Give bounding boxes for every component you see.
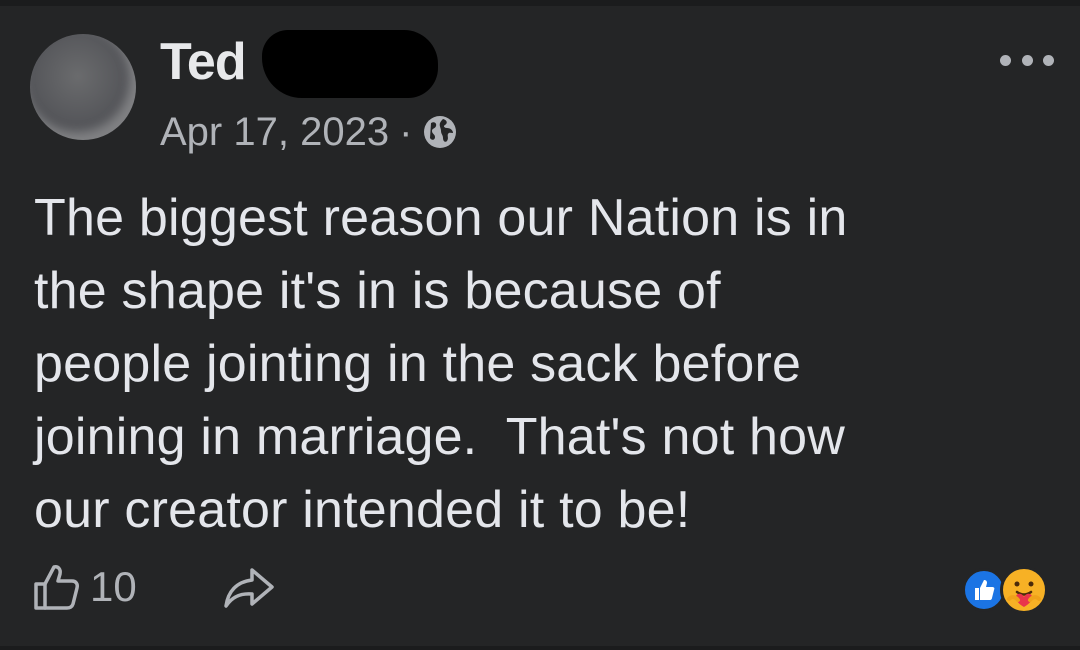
top-divider [0,0,1080,6]
globe-icon [424,116,457,148]
post-card: Ted Apr 17, 2023 · The biggest reason ou… [0,0,1080,650]
author-name[interactable]: Ted [160,30,247,94]
more-dot-icon [1021,54,1033,66]
avatar-ring [30,34,136,140]
share-icon[interactable] [222,566,276,610]
care-reaction-icon [1000,566,1048,614]
like-count: 10 [90,563,137,610]
meta-separator: · [399,110,413,154]
reaction-summary[interactable] [962,566,1052,614]
post-date[interactable]: Apr 17, 2023 [160,108,389,156]
post-text: The biggest reason our Nation is in the … [34,189,848,539]
more-dot-icon [1043,54,1054,66]
more-options-button[interactable] [1000,50,1054,70]
more-dot-icon [1000,54,1011,66]
like-button[interactable]: 10 [32,562,137,612]
thumbs-up-icon [34,565,79,610]
bottom-divider [0,646,1080,650]
redaction-mark [262,30,438,98]
post-meta: Apr 17, 2023 · [160,108,458,156]
